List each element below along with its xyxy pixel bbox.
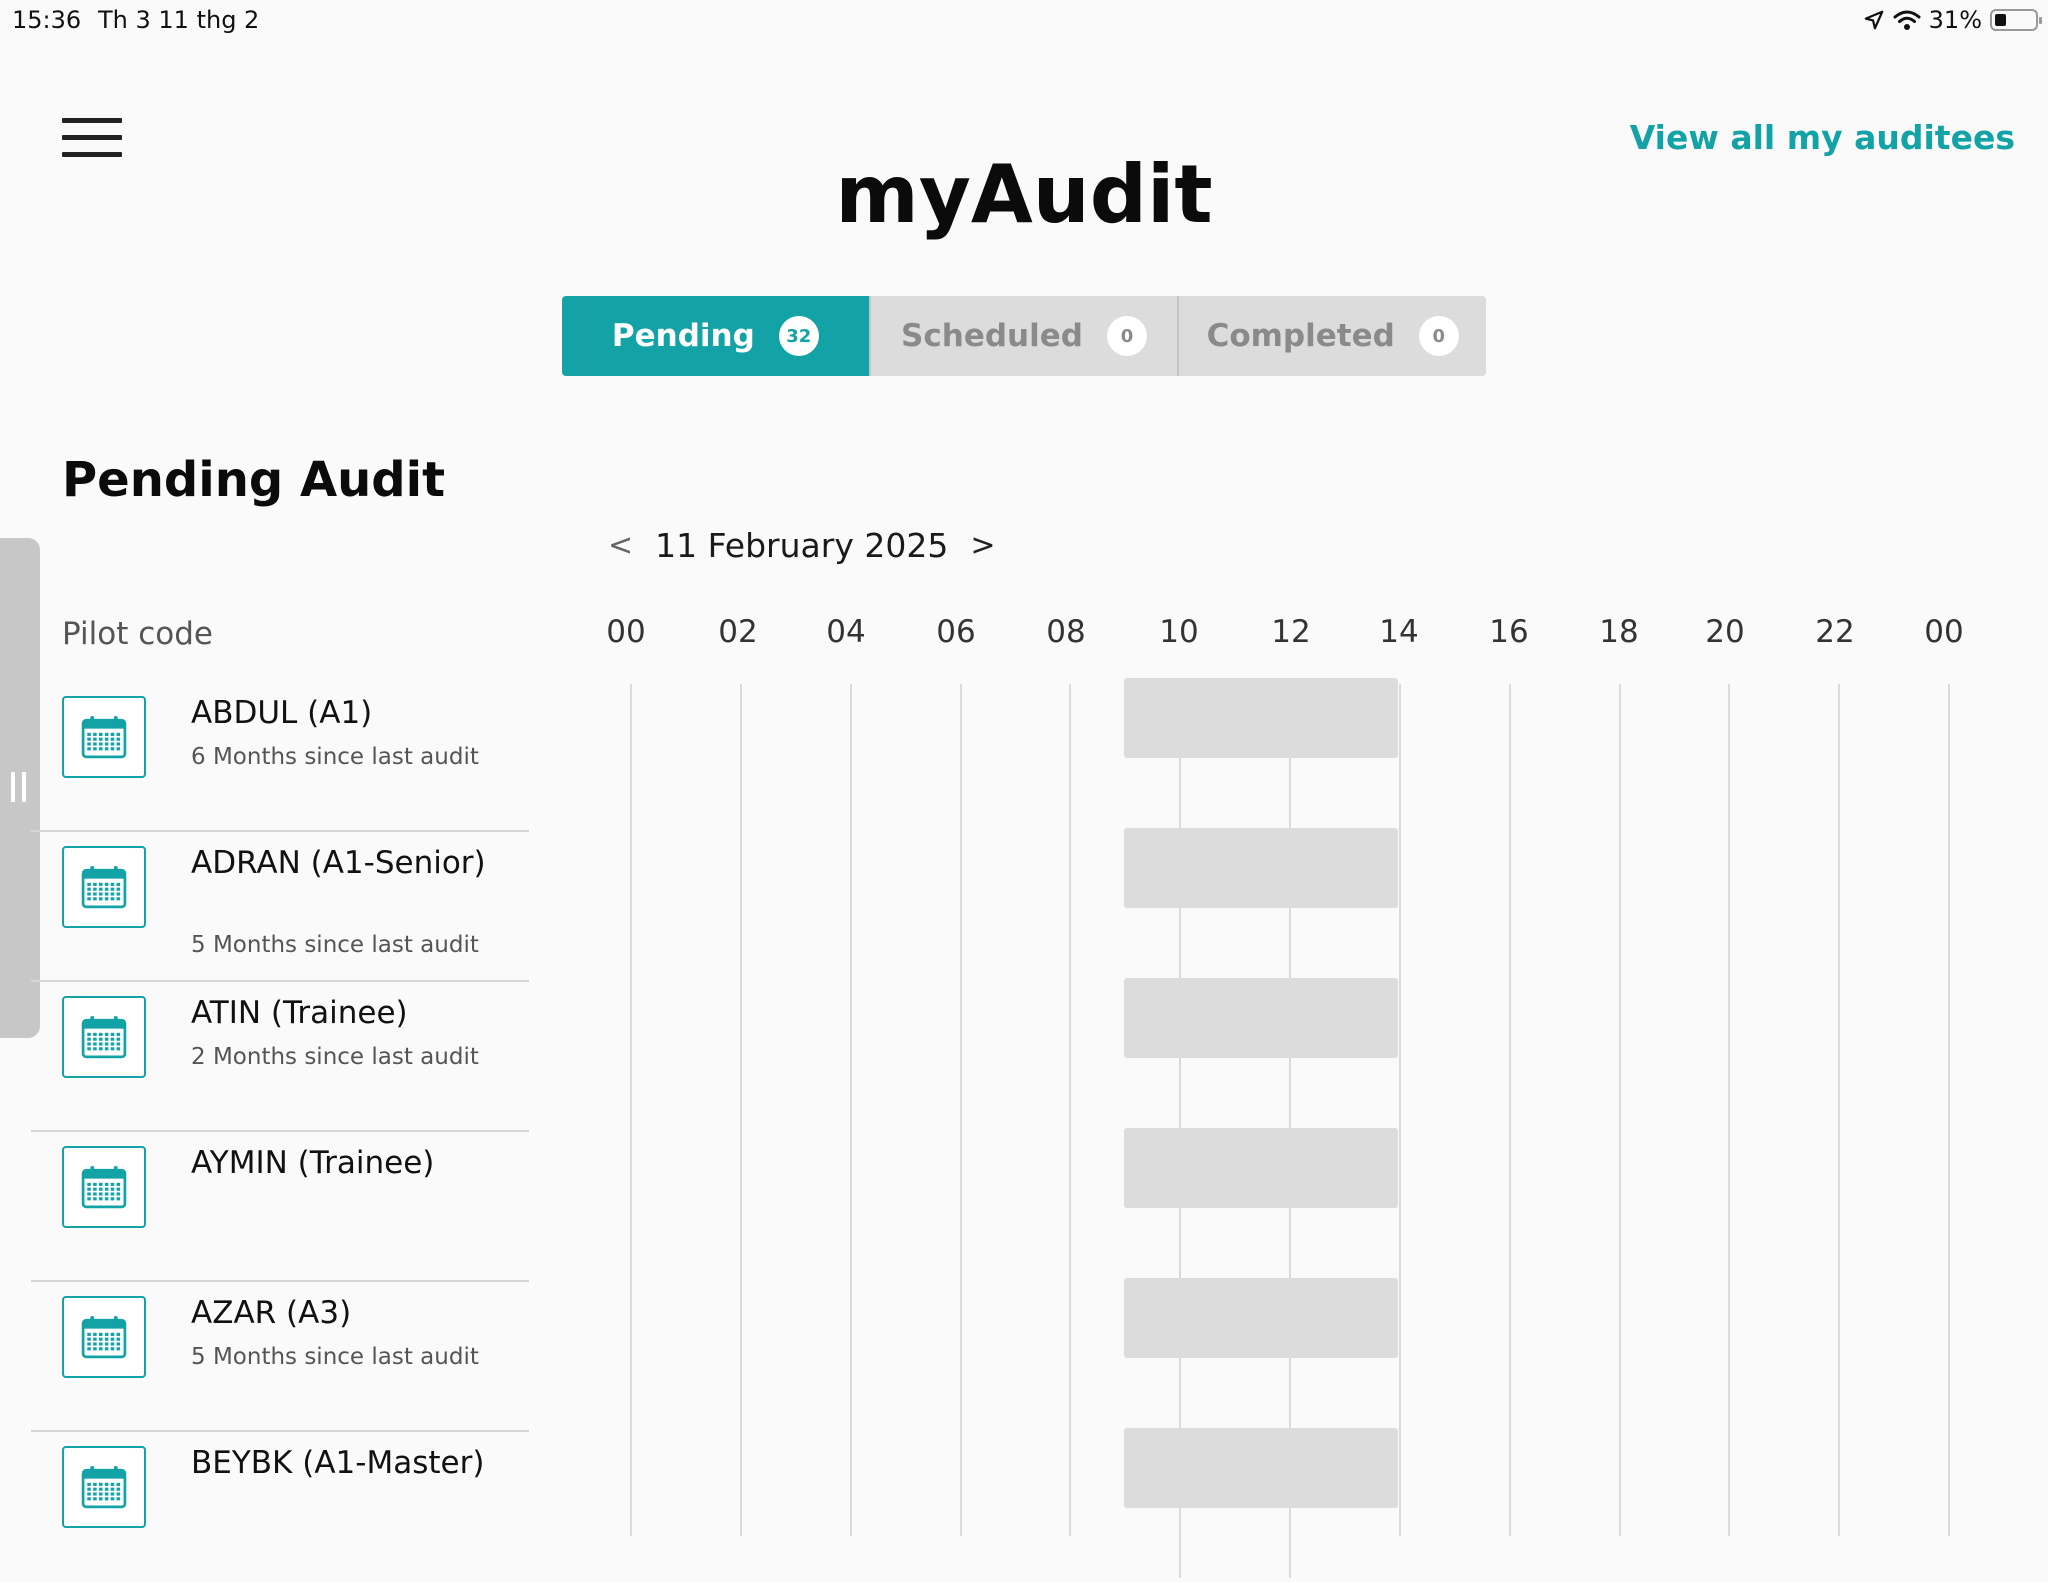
battery-icon <box>1990 9 2042 31</box>
list-item: AZAR (A3) 5 Months since last audit <box>31 1282 529 1432</box>
status-tabs: Pending 32 Scheduled 0 Completed 0 <box>562 296 1486 376</box>
audit-time-slot[interactable] <box>1124 828 1398 908</box>
list-item: AYMIN (Trainee) <box>31 1132 529 1282</box>
hour-label: 08 <box>1046 614 1086 650</box>
status-date: Th 3 11 thg 2 <box>98 6 260 34</box>
hour-gridline <box>1399 684 1401 1536</box>
pilot-last-audit: 5 Months since last audit <box>191 932 479 958</box>
hour-gridline <box>1289 1056 1291 1128</box>
hour-gridline <box>1289 1356 1291 1428</box>
calendar-icon[interactable] <box>62 1146 146 1228</box>
pilot-name: BEYBK (A1-Master) <box>191 1445 485 1481</box>
hour-gridline <box>1838 684 1840 1536</box>
hour-label: 02 <box>718 614 758 650</box>
tab-label: Pending <box>611 318 755 354</box>
next-date-button[interactable]: > <box>970 528 995 563</box>
hour-label: 06 <box>936 614 976 650</box>
battery-percent: 31% <box>1928 6 1982 34</box>
hour-gridline <box>1179 906 1181 978</box>
audit-time-slot[interactable] <box>1124 678 1398 758</box>
hour-gridline <box>1179 756 1181 828</box>
hour-label: 00 <box>1924 614 1964 650</box>
tab-completed[interactable]: Completed 0 <box>1177 296 1486 376</box>
app-title: myAudit <box>835 148 1213 241</box>
calendar-icon[interactable] <box>62 846 146 928</box>
list-item: ADRAN (A1-Senior) 5 Months since last au… <box>31 832 529 982</box>
audit-time-slot[interactable] <box>1124 1128 1398 1208</box>
audit-time-slot[interactable] <box>1124 1428 1398 1508</box>
hour-label: 14 <box>1379 614 1419 650</box>
pilot-last-audit: 2 Months since last audit <box>191 1044 479 1070</box>
pilot-name: AZAR (A3) <box>191 1295 352 1331</box>
hour-gridline <box>1948 684 1950 1536</box>
current-date: 11 February 2025 <box>655 526 949 565</box>
date-navigator: < 11 February 2025 > <box>608 526 995 565</box>
tab-label: Completed <box>1206 318 1395 354</box>
list-item: BEYBK (A1-Master) <box>31 1432 529 1582</box>
hour-gridline <box>1179 1356 1181 1428</box>
hour-gridline <box>1289 1506 1291 1578</box>
audit-time-slot[interactable] <box>1124 1278 1398 1358</box>
hour-gridline <box>1179 1506 1181 1578</box>
pilot-last-audit: 6 Months since last audit <box>191 744 479 770</box>
hour-label: 10 <box>1159 614 1199 650</box>
hour-gridline <box>1619 684 1621 1536</box>
hour-gridline <box>630 684 632 1536</box>
prev-date-button[interactable]: < <box>608 528 633 563</box>
pilot-name: ATIN (Trainee) <box>191 995 408 1031</box>
hour-label: 20 <box>1705 614 1745 650</box>
status-indicators: 31% <box>1863 6 2042 34</box>
hour-gridline <box>1179 1206 1181 1278</box>
pilot-last-audit: 5 Months since last audit <box>191 1344 479 1370</box>
hour-label: 18 <box>1599 614 1639 650</box>
hour-gridline <box>740 684 742 1536</box>
tab-count-badge: 0 <box>1418 316 1459 356</box>
tab-count-badge: 32 <box>778 316 819 356</box>
hour-gridline <box>1728 684 1730 1536</box>
hour-label: 00 <box>606 614 646 650</box>
hour-gridline <box>850 684 852 1536</box>
status-time: 15:36 <box>12 6 82 34</box>
hour-gridline <box>1179 1056 1181 1128</box>
tab-count-badge: 0 <box>1106 316 1147 356</box>
list-item: ATIN (Trainee) 2 Months since last audit <box>31 982 529 1132</box>
pilot-name: ADRAN (A1-Senior) <box>191 845 486 881</box>
list-item: ABDUL (A1) 6 Months since last audit <box>31 682 529 832</box>
hour-label: 12 <box>1271 614 1311 650</box>
hour-gridline <box>960 684 962 1536</box>
pilot-name: AYMIN (Trainee) <box>191 1145 435 1181</box>
hour-label: 04 <box>826 614 866 650</box>
hour-gridline <box>1289 1206 1291 1278</box>
tab-scheduled[interactable]: Scheduled 0 <box>868 296 1178 376</box>
tab-pending[interactable]: Pending 32 <box>562 296 869 376</box>
hour-label: 22 <box>1815 614 1855 650</box>
pilot-name: ABDUL (A1) <box>191 695 373 731</box>
hour-label: 16 <box>1489 614 1529 650</box>
hour-gridline <box>1289 906 1291 978</box>
hour-gridline <box>1509 684 1511 1536</box>
calendar-icon[interactable] <box>62 1296 146 1378</box>
calendar-icon[interactable] <box>62 1446 146 1528</box>
wifi-icon <box>1893 10 1921 30</box>
section-title: Pending Audit <box>62 452 446 508</box>
hour-gridline <box>1289 756 1291 828</box>
calendar-icon[interactable] <box>62 696 146 778</box>
tab-label: Scheduled <box>901 318 1083 354</box>
pilot-code-column-header: Pilot code <box>62 616 213 652</box>
hour-gridline <box>1069 684 1071 1536</box>
status-bar: 15:36 Th 3 11 thg 2 31% <box>0 0 2048 40</box>
location-arrow-icon <box>1864 10 1884 30</box>
audit-time-slot[interactable] <box>1124 978 1398 1058</box>
calendar-icon[interactable] <box>62 996 146 1078</box>
